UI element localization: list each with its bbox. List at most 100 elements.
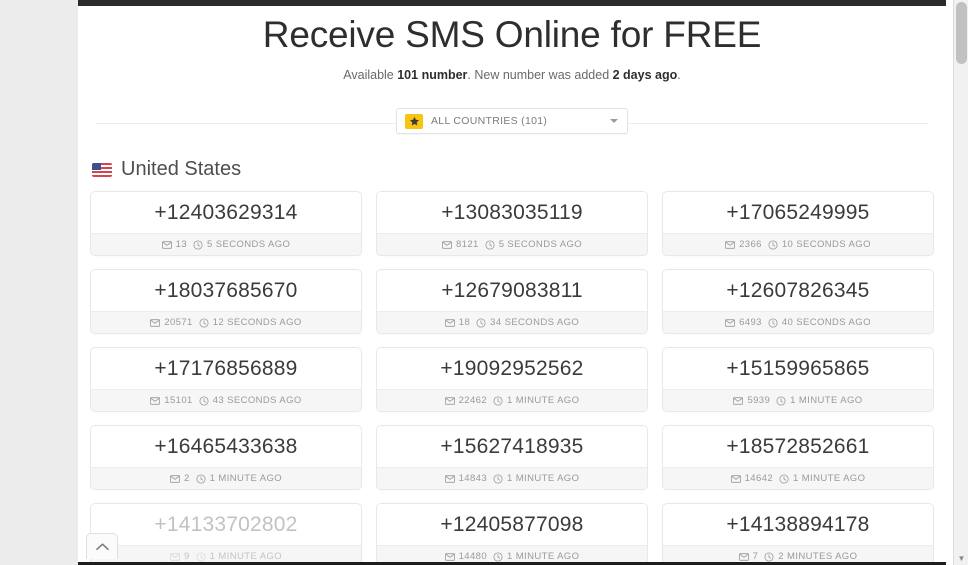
last-activity: 2 MINUTES AGO xyxy=(764,551,857,562)
page-header: Receive SMS Online for FREE Available 10… xyxy=(78,0,946,82)
phone-number: +12679083811 xyxy=(441,279,583,303)
last-activity-value: 12 SECONDS AGO xyxy=(212,317,302,329)
envelope-icon xyxy=(725,241,736,249)
last-activity: 43 SECONDS AGO xyxy=(199,395,302,406)
card-footer: 6493 40 SECONDS AGO xyxy=(663,311,933,334)
last-added-time: 2 days ago xyxy=(612,68,678,83)
message-count-value: 2 xyxy=(183,473,190,485)
last-activity: 5 SECONDS AGO xyxy=(193,239,290,250)
envelope-icon xyxy=(444,397,455,405)
scroll-to-top-button[interactable] xyxy=(86,533,118,559)
number-card[interactable]: +17065249995 2366 10 SECONDS AGO xyxy=(662,191,934,257)
last-activity-value: 34 SECONDS AGO xyxy=(490,317,580,329)
clock-icon xyxy=(196,474,206,484)
number-card[interactable]: +15627418935 14843 1 MINUTE AGO xyxy=(376,425,648,491)
card-footer: 15101 43 SECONDS AGO xyxy=(91,389,361,412)
number-card[interactable]: +14138894178 7 2 MINUTES AGO xyxy=(662,503,934,565)
phone-number: +15627418935 xyxy=(440,435,584,459)
number-card[interactable]: +12405877098 14480 1 MINUTE AGO xyxy=(376,503,648,565)
message-count: 14843 xyxy=(444,473,487,484)
message-count: 6493 xyxy=(725,317,762,328)
message-count-value: 18 xyxy=(458,317,471,329)
number-card[interactable]: +12607826345 6493 40 SECONDS AGO xyxy=(662,269,934,335)
clock-icon xyxy=(199,318,209,328)
message-count-value: 13 xyxy=(175,239,188,251)
phone-number: +17176856889 xyxy=(154,357,298,381)
number-card[interactable]: +17176856889 15101 43 SECONDS AGO xyxy=(90,347,362,413)
number-card[interactable]: +14133702802 9 1 MINUTE AGO xyxy=(90,503,362,565)
card-footer: 22462 1 MINUTE AGO xyxy=(377,389,647,412)
phone-number: +12403629314 xyxy=(154,201,298,225)
message-count-value: 9 xyxy=(183,551,190,563)
clock-icon xyxy=(493,396,503,406)
message-count: 9 xyxy=(169,551,190,563)
number-card[interactable]: +18572852661 14642 1 MINUTE AGO xyxy=(662,425,934,491)
last-activity-value: 1 MINUTE AGO xyxy=(790,395,863,407)
country-select-row: ALL COUNTRIES (101) xyxy=(96,108,928,140)
message-count: 2366 xyxy=(725,239,762,250)
message-count-value: 15101 xyxy=(164,395,193,407)
clock-icon xyxy=(768,318,778,328)
clock-icon xyxy=(476,318,486,328)
country-select[interactable]: ALL COUNTRIES (101) xyxy=(396,108,628,135)
envelope-icon xyxy=(444,319,455,327)
subtitle-suffix: . xyxy=(677,68,681,83)
message-count-value: 14480 xyxy=(458,551,488,563)
message-count: 13 xyxy=(161,239,188,251)
site-top-bar xyxy=(78,0,946,6)
number-card[interactable]: +12679083811 18 34 SECONDS AGO xyxy=(376,269,648,335)
message-count: 20571 xyxy=(150,317,192,328)
clock-icon xyxy=(776,396,786,406)
message-count: 2 xyxy=(169,473,190,485)
envelope-icon xyxy=(441,241,452,249)
envelope-icon xyxy=(725,319,736,327)
card-footer: 8121 5 SECONDS AGO xyxy=(377,233,647,256)
last-activity: 1 MINUTE AGO xyxy=(196,473,282,484)
message-count-value: 7 xyxy=(752,551,759,563)
envelope-icon xyxy=(150,397,161,405)
last-activity: 5 SECONDS AGO xyxy=(485,239,582,250)
clock-icon xyxy=(764,552,774,562)
envelope-icon xyxy=(738,553,749,561)
scrollbar-thumb[interactable] xyxy=(956,2,967,64)
number-card[interactable]: +13083035119 8121 5 SECONDS AGO xyxy=(376,191,648,257)
chevron-up-icon xyxy=(95,543,109,551)
number-card[interactable]: +16465433638 2 1 MINUTE AGO xyxy=(90,425,362,491)
envelope-icon xyxy=(169,553,180,561)
caret-down-icon[interactable]: ▼ xyxy=(954,555,968,563)
chevron-down-icon xyxy=(610,119,618,124)
vertical-scrollbar[interactable]: ▼ xyxy=(953,0,968,565)
subtitle-middle: . New number was added xyxy=(467,68,613,83)
message-count-value: 14642 xyxy=(744,473,774,485)
number-card[interactable]: +18037685670 20571 12 SECONDS AGO xyxy=(90,269,362,335)
envelope-icon xyxy=(730,475,741,483)
card-footer: 2366 10 SECONDS AGO xyxy=(663,233,933,256)
country-select-label: ALL COUNTRIES (101) xyxy=(431,115,548,128)
envelope-icon xyxy=(444,475,455,483)
message-count: 5939 xyxy=(733,395,770,406)
phone-number: +13083035119 xyxy=(441,201,583,225)
clock-icon xyxy=(779,474,789,484)
last-activity: 12 SECONDS AGO xyxy=(199,317,302,328)
message-count: 18 xyxy=(444,317,471,329)
message-count-value: 20571 xyxy=(164,317,193,329)
phone-number: +14133702802 xyxy=(154,513,298,537)
page-right-margin xyxy=(946,0,953,565)
phone-number: +19092952562 xyxy=(440,357,584,381)
card-footer: 20571 12 SECONDS AGO xyxy=(91,311,361,334)
last-activity: 1 MINUTE AGO xyxy=(776,395,862,406)
card-footer: 2 1 MINUTE AGO xyxy=(91,467,361,490)
phone-number: +12405877098 xyxy=(440,513,584,537)
last-activity-value: 1 MINUTE AGO xyxy=(209,473,283,485)
last-activity: 1 MINUTE AGO xyxy=(493,473,579,484)
last-activity-value: 1 MINUTE AGO xyxy=(209,551,283,563)
last-activity-value: 43 SECONDS AGO xyxy=(212,395,302,407)
clock-icon xyxy=(193,240,203,250)
number-card[interactable]: +19092952562 22462 1 MINUTE AGO xyxy=(376,347,648,413)
number-card[interactable]: +15159965865 5939 1 MINUTE AGO xyxy=(662,347,934,413)
page-subtitle: Available 101 number. New number was add… xyxy=(78,68,946,82)
number-card[interactable]: +12403629314 13 5 SECONDS AGO xyxy=(90,191,362,257)
last-activity-value: 40 SECONDS AGO xyxy=(781,317,871,329)
last-activity-value: 5 SECONDS AGO xyxy=(498,239,583,251)
card-footer: 14843 1 MINUTE AGO xyxy=(377,467,647,490)
